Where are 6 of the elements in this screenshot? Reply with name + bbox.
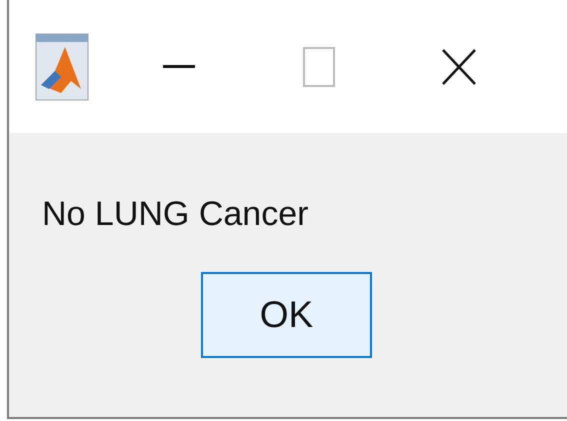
app-logo-icon	[35, 32, 89, 100]
close-icon[interactable]	[442, 48, 476, 84]
minimize-icon[interactable]	[163, 65, 195, 68]
ok-button[interactable]: OK	[201, 272, 372, 358]
maximize-icon[interactable]	[303, 46, 335, 86]
message-text: No LUNG Cancer	[42, 195, 308, 234]
